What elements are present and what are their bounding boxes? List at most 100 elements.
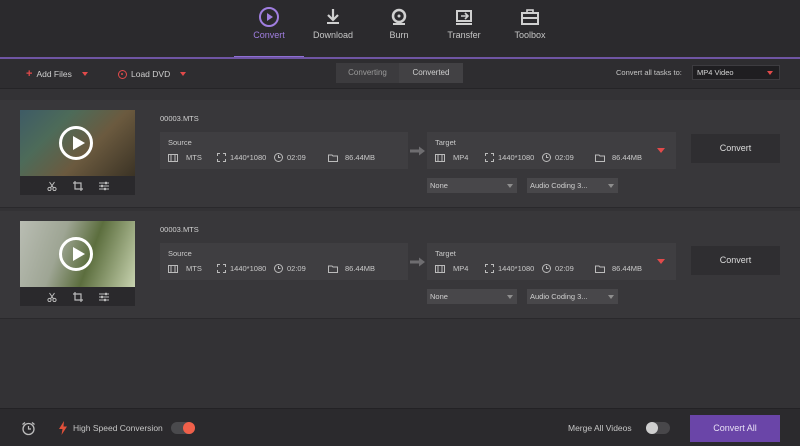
subtitle-select[interactable]: None [427,289,517,304]
load-dvd-button[interactable]: Load DVD [118,66,187,82]
audio-track-value: Audio Coding 3... [530,181,588,190]
tab-converting[interactable]: Converting [336,63,399,83]
thumbnail-tools [20,287,135,306]
chevron-down-icon[interactable] [657,148,665,153]
play-icon[interactable] [59,126,93,160]
target-format: MP4 [435,153,468,162]
source-format: MTS [168,153,202,162]
nav-toolbox[interactable]: Toolbox [495,0,565,58]
source-resolution: 1440*1080 [217,153,266,162]
file-name: 00003.MTS [160,225,199,234]
convert-all-button[interactable]: Convert All [690,415,780,442]
target-label: Target [435,138,456,147]
folder-icon [595,154,605,162]
target-resolution: 1440*1080 [485,264,534,273]
folder-icon [595,265,605,273]
bottom-bar: High Speed Conversion Merge All Videos C… [0,408,800,446]
folder-icon [328,265,338,273]
merge-all-label: Merge All Videos [568,423,632,433]
resolution-icon [217,264,226,273]
clock-icon [274,264,283,273]
convert-button[interactable]: Convert [691,246,780,275]
play-icon[interactable] [59,237,93,271]
file-row: 00003.MTS Source MTS 1440*1080 02:09 86.… [0,100,800,208]
chevron-down-icon [767,71,773,75]
scissors-icon[interactable] [46,292,57,302]
file-row: 00003.MTS Source MTS 1440*1080 02:09 86.… [0,211,800,319]
source-size: 86.44MB [328,264,375,273]
high-speed-toggle[interactable] [171,422,195,434]
convert-button[interactable]: Convert [691,134,780,163]
merge-all-toggle[interactable] [646,422,670,434]
effects-sliders-icon[interactable] [98,181,109,191]
source-resolution-value: 1440*1080 [230,264,267,273]
chevron-down-icon [608,184,614,188]
subtitle-value: None [430,292,448,301]
thumbnail-tools [20,176,135,195]
add-files-button[interactable]: + Add Files [26,66,88,82]
film-icon [168,153,178,162]
target-format: MP4 [435,264,468,273]
source-info: Source MTS 1440*1080 02:09 86.44MB [160,132,408,169]
nav-convert[interactable]: Convert [234,0,304,58]
source-label: Source [168,138,192,147]
crop-icon[interactable] [72,180,83,191]
source-resolution: 1440*1080 [217,264,266,273]
source-size-value: 86.44MB [345,153,376,162]
nav-transfer-label: Transfer [447,30,481,40]
source-duration: 02:09 [274,153,306,162]
tab-converted[interactable]: Converted [399,63,463,83]
nav-transfer[interactable]: Transfer [429,0,499,58]
effects-sliders-icon[interactable] [98,292,109,302]
target-format-value: MP4 [453,153,469,162]
target-resolution: 1440*1080 [485,153,534,162]
chevron-down-icon [608,295,614,299]
target-size: 86.44MB [595,264,642,273]
audio-track-value: Audio Coding 3... [530,292,588,301]
video-thumbnail[interactable] [20,110,135,195]
source-duration-value: 02:09 [287,264,306,273]
target-size-value: 86.44MB [612,264,643,273]
source-resolution-value: 1440*1080 [230,153,267,162]
dvd-disc-icon [118,69,127,79]
status-tabs: Converting Converted [336,63,463,83]
subtitle-select[interactable]: None [427,178,517,193]
target-info[interactable]: Target MP4 1440*1080 02:09 86.44MB [427,243,676,280]
clock-icon [542,264,551,273]
target-size-value: 86.44MB [612,153,643,162]
toolbox-icon [521,9,539,25]
chevron-down-icon[interactable] [180,72,187,76]
target-size: 86.44MB [595,153,642,162]
chevron-down-icon [507,184,513,188]
target-duration-value: 02:09 [555,153,574,162]
film-icon [435,264,445,273]
film-icon [168,264,178,273]
scissors-icon[interactable] [46,181,57,191]
download-icon [327,9,339,24]
nav-convert-label: Convert [253,30,285,40]
alarm-clock-icon[interactable] [21,421,36,436]
convert-all-format-select[interactable]: MP4 Video [692,65,780,80]
crop-icon[interactable] [72,291,83,302]
resolution-icon [217,153,226,162]
chevron-down-icon[interactable] [81,72,88,76]
nav-burn-label: Burn [389,30,409,40]
resolution-icon [485,153,494,162]
video-thumbnail[interactable] [20,221,135,306]
nav-download[interactable]: Download [298,0,368,58]
file-name: 00003.MTS [160,114,199,123]
audio-track-select[interactable]: Audio Coding 3... [527,178,618,193]
nav-burn[interactable]: Burn [364,0,434,58]
load-dvd-label: Load DVD [131,69,171,79]
source-duration-value: 02:09 [287,153,306,162]
target-duration: 02:09 [542,264,574,273]
audio-track-select[interactable]: Audio Coding 3... [527,289,618,304]
plus-icon: + [26,68,33,80]
target-resolution-value: 1440*1080 [498,153,535,162]
chevron-down-icon[interactable] [657,259,665,264]
nav-toolbox-label: Toolbox [514,30,546,40]
target-info[interactable]: Target MP4 1440*1080 02:09 86.44MB [427,132,676,169]
burn-disc-icon [391,8,407,25]
film-icon [435,153,445,162]
transfer-icon [456,10,472,25]
